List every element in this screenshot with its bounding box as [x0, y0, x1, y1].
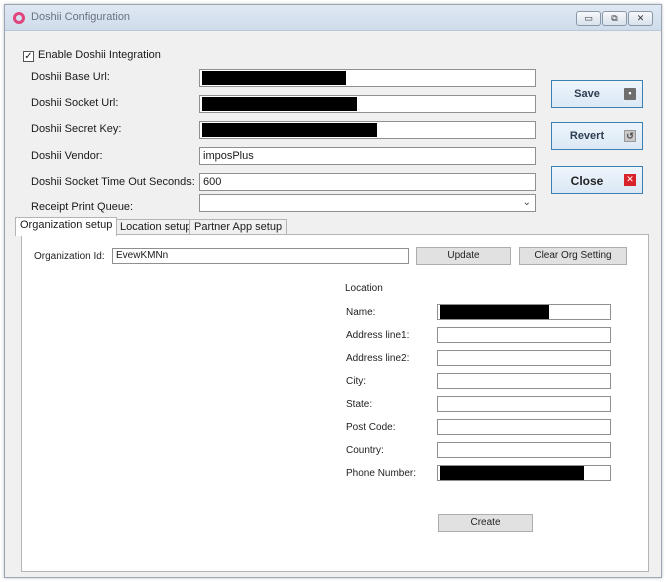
organization-id-input[interactable]: EvewKMNn [112, 248, 409, 264]
country-input[interactable] [437, 442, 611, 458]
location-name-label: Name: [346, 307, 376, 318]
address-line1-input[interactable] [437, 327, 611, 343]
socket-timeout-label: Doshii Socket Time Out Seconds: [31, 176, 195, 188]
base-url-label: Doshii Base Url: [31, 71, 110, 83]
redaction-bar [202, 123, 377, 137]
minimize-button[interactable]: ▭ [576, 11, 601, 26]
revert-button[interactable]: Revert ↺ [551, 122, 643, 150]
state-input[interactable] [437, 396, 611, 412]
title-bar: Doshii Configuration ▭ ⧉ ✕ [5, 5, 661, 31]
post-code-label: Post Code: [346, 422, 396, 433]
window-title: Doshii Configuration [31, 11, 131, 23]
revert-icon: ↺ [624, 130, 636, 142]
vendor-label: Doshii Vendor: [31, 150, 103, 162]
close-label: Close [570, 174, 604, 188]
vendor-input[interactable]: imposPlus [199, 147, 536, 165]
secret-key-input[interactable] [199, 121, 536, 139]
redaction-bar [202, 97, 357, 111]
phone-number-label: Phone Number: [346, 468, 417, 479]
address-line2-label: Address line2: [346, 353, 410, 364]
save-label: Save [574, 88, 600, 100]
address-line1-label: Address line1: [346, 330, 410, 341]
location-heading: Location [345, 283, 383, 294]
create-location-button[interactable]: Create [438, 514, 533, 532]
save-button[interactable]: Save ▪ [551, 80, 643, 108]
update-button[interactable]: Update [416, 247, 511, 265]
country-label: Country: [346, 445, 384, 456]
clear-org-setting-button[interactable]: Clear Org Setting [519, 247, 627, 265]
state-label: State: [346, 399, 373, 410]
print-queue-label: Receipt Print Queue: [31, 201, 134, 213]
socket-url-input[interactable] [199, 95, 536, 113]
enable-integration-checkbox[interactable]: ✓ [23, 51, 34, 62]
organization-setup-panel: Organization Id: EvewKMNn Update Clear O… [21, 234, 649, 572]
secret-key-label: Doshii Secret Key: [31, 123, 122, 135]
redaction-bar [440, 305, 549, 319]
city-label: City: [346, 376, 366, 387]
base-url-input[interactable] [199, 69, 536, 87]
chevron-down-icon: ⌄ [522, 197, 531, 208]
address-line2-input[interactable] [437, 350, 611, 366]
tab-organization-setup[interactable]: Organization setup [15, 217, 118, 236]
maximize-button[interactable]: ⧉ [602, 11, 627, 26]
close-red-icon: ✕ [624, 174, 636, 186]
redaction-bar [202, 71, 346, 85]
print-queue-select[interactable]: ⌄ [199, 194, 536, 212]
doshii-configuration-window: Doshii Configuration ▭ ⧉ ✕ ✓ Enable Doshi… [4, 4, 662, 578]
floppy-disk-icon: ▪ [624, 88, 636, 100]
city-input[interactable] [437, 373, 611, 389]
revert-label: Revert [569, 130, 605, 142]
organization-id-label: Organization Id: [34, 251, 105, 262]
redaction-bar [440, 466, 584, 480]
tab-location-setup[interactable]: Location setup [115, 219, 197, 235]
enable-integration-label: Enable Doshii Integration [38, 49, 161, 61]
phone-number-input[interactable] [437, 465, 611, 481]
tab-partner-app-setup[interactable]: Partner App setup [189, 219, 288, 235]
app-ring-icon [13, 12, 25, 24]
socket-url-label: Doshii Socket Url: [31, 97, 119, 109]
close-button[interactable]: Close ✕ [551, 166, 643, 194]
post-code-input[interactable] [437, 419, 611, 435]
location-name-input[interactable] [437, 304, 611, 320]
socket-timeout-input[interactable]: 600 [199, 173, 536, 191]
close-window-button[interactable]: ✕ [628, 11, 653, 26]
enable-integration-row[interactable]: ✓ Enable Doshii Integration [23, 49, 161, 62]
